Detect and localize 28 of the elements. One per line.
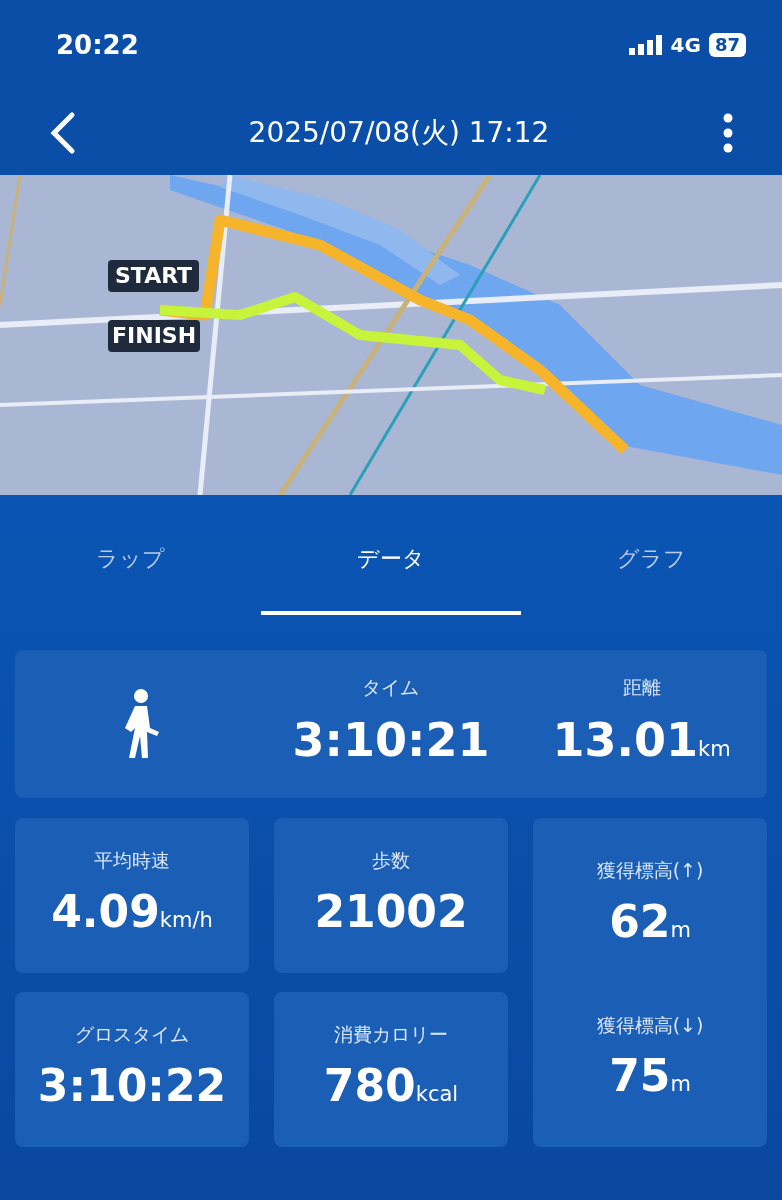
- stat-label: 獲得標高(↓): [596, 1012, 704, 1038]
- stat-label: 距離: [622, 675, 661, 701]
- stat-value: 75m: [609, 1049, 691, 1103]
- stat-label: 消費カロリー: [334, 1022, 448, 1048]
- stat-value: 4.09km/h: [51, 884, 213, 939]
- back-icon[interactable]: [48, 110, 76, 155]
- stat-value: 3:10:21: [292, 711, 490, 769]
- stat-value: 21002: [314, 884, 468, 939]
- stat-value: 62 m: [609, 894, 691, 949]
- stat-label: 獲得標高(↑): [596, 858, 704, 883]
- signal-icon: [628, 35, 663, 55]
- tab[interactable]: グラフ: [521, 495, 782, 615]
- network-label: 4G: [670, 32, 701, 59]
- stat-label: タイム: [362, 675, 420, 701]
- tab[interactable]: データ: [260, 495, 522, 615]
- stat-value: 3:10:22: [37, 1058, 227, 1113]
- battery-indicator: 87: [708, 33, 746, 57]
- stat-label: グロスタイム: [75, 1022, 189, 1048]
- stat-value: 780kcal: [323, 1058, 459, 1113]
- stat-label: 平均時速: [94, 848, 170, 874]
- more-icon[interactable]: [722, 112, 734, 153]
- finish-marker: FINISH: [108, 320, 201, 352]
- stat-value: 13.01 km: [552, 711, 731, 769]
- header-title: 2025/07/08(火) 17:12: [248, 114, 550, 151]
- tab[interactable]: ラップ: [0, 495, 261, 615]
- start-marker: START: [108, 260, 200, 292]
- status-time: 20:22: [56, 28, 139, 62]
- stat-label: 歩数: [372, 848, 410, 874]
